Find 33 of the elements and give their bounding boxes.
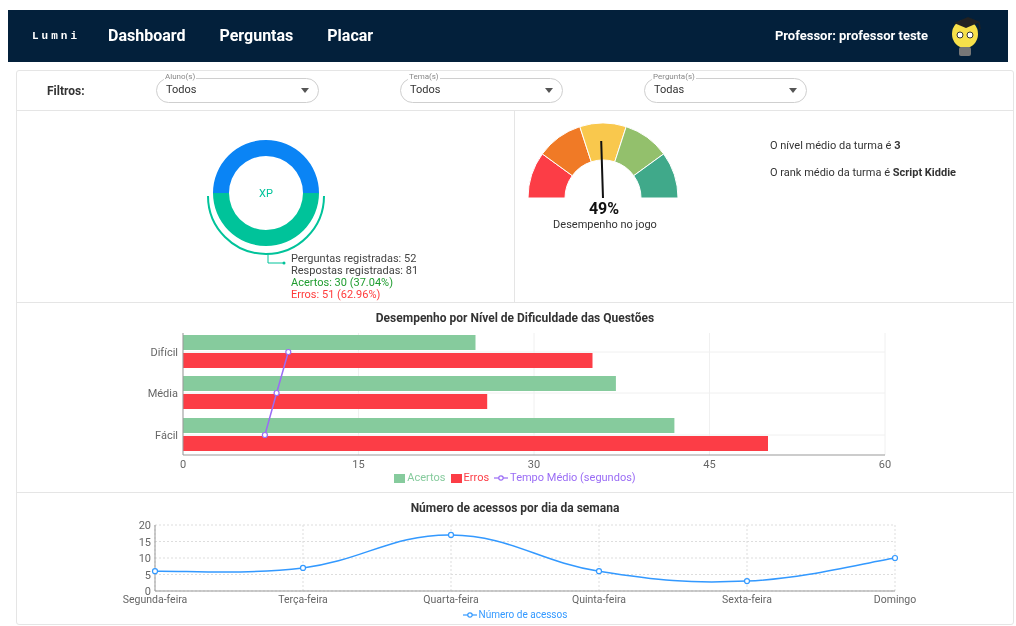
axis-category-label: Difícil [150, 346, 178, 359]
floating-label: Tema(s) [408, 72, 440, 82]
axis-tick-label: 45 [703, 458, 716, 471]
donut-center-label: XP [259, 187, 273, 200]
axis-tick-label: 10 [138, 552, 151, 565]
axis-category-label: Quinta-feira [571, 593, 627, 606]
chart-title: Número de acessos por dia da semana [410, 500, 620, 515]
floating-label: Pergunta(s) [652, 72, 696, 82]
summary-line: Acertos: 30 (37.04%) [291, 277, 393, 289]
chart-title: Desempenho por Nível de Dificuldade das Questões [375, 310, 655, 325]
axis-tick-label: 60 [878, 458, 892, 471]
axis-category-label: Fácil [155, 429, 178, 442]
axis-tick-label: 5 [144, 568, 151, 582]
summary-line: Respostas registradas: 81 [291, 265, 419, 277]
axis-category-label: Terça-feira [278, 593, 328, 606]
axis-tick-label: 30 [527, 458, 541, 471]
axis-tick-label: 15 [138, 535, 151, 549]
class-stat-text: O nível médio da turma é 3 [770, 138, 902, 154]
professor-name: Professor: professor teste [774, 27, 928, 46]
axis-tick-label: 20 [138, 519, 151, 532]
axis-category-label: Quarta-feira [423, 593, 479, 606]
summary-line: Perguntas registradas: 52 [291, 253, 418, 265]
axis-tick-label: 15 [352, 458, 365, 471]
filters-label: Filtros: [47, 82, 86, 100]
summary-line: Erros: 51 (62.96%) [291, 289, 381, 301]
axis-category-label: Domingo [873, 593, 917, 606]
axis-category-label: Média [147, 387, 178, 400]
gauge-caption: Desempenho no jogo [552, 217, 658, 233]
gauge-reading: 49% [587, 198, 621, 220]
axis-tick-label: 0 [179, 458, 187, 471]
axis-category-label: Sexta-feira [722, 593, 772, 606]
floating-label: Aluno(s) [164, 72, 197, 82]
class-stat-text: O rank médio da turma é Script Kiddie [770, 164, 956, 181]
